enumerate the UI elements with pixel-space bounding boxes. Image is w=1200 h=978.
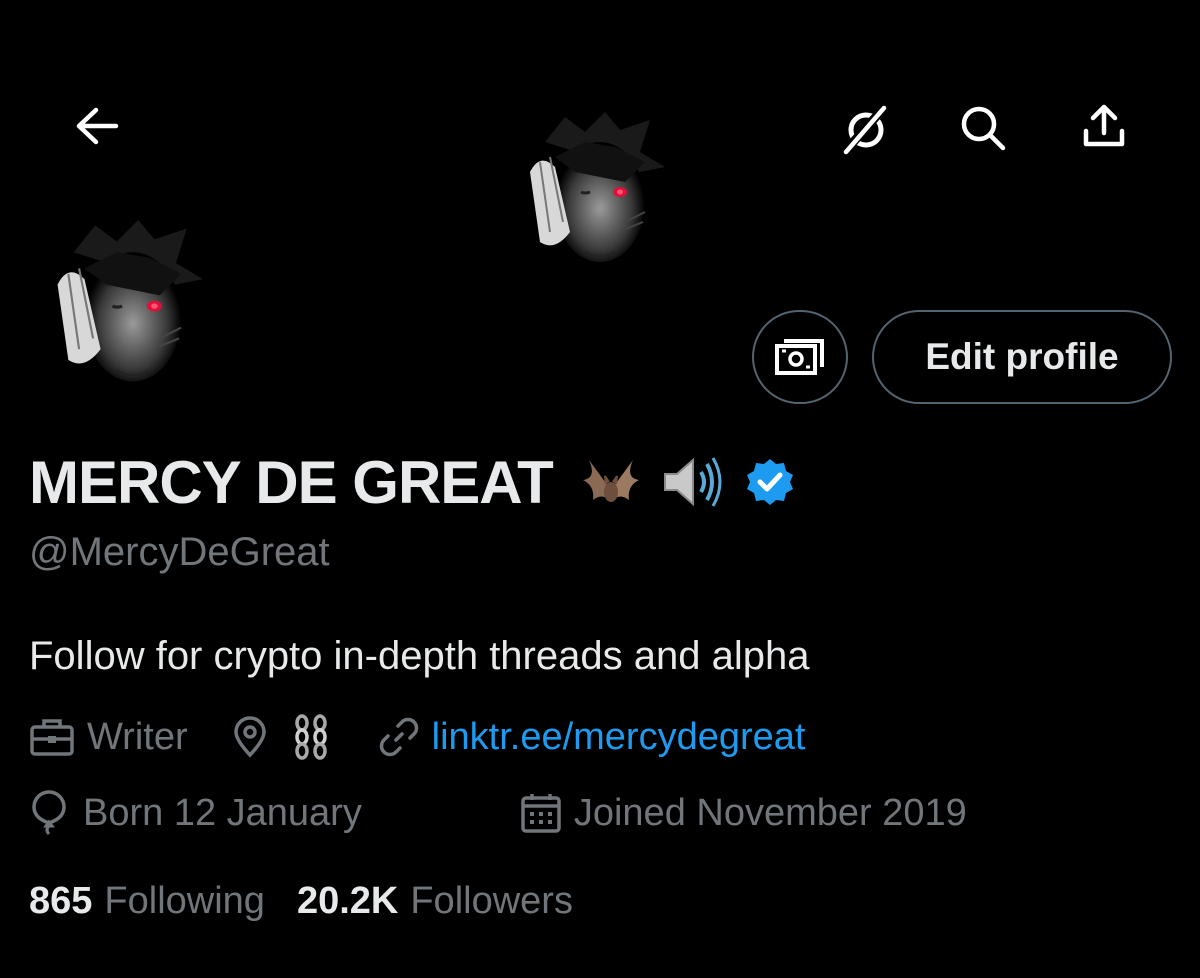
location-pin-icon xyxy=(233,716,266,758)
edit-profile-label: Edit profile xyxy=(925,336,1119,377)
joined-text: Joined November 2019 xyxy=(573,791,967,834)
briefcase-icon xyxy=(30,719,74,756)
following-stat[interactable]: 865 Following xyxy=(29,880,265,923)
followers-label: Followers xyxy=(410,879,573,922)
grok-icon xyxy=(843,105,887,155)
website-link[interactable]: linktr.ee/mercydegreat xyxy=(432,716,806,759)
money-icon xyxy=(775,339,824,375)
follow-stats: 865 Following 20.2K Followers xyxy=(29,875,573,927)
back-button[interactable] xyxy=(57,86,137,166)
website-item[interactable]: linktr.ee/mercydegreat xyxy=(378,716,806,759)
profile-meta-row: Writer linktr.ee/mercydegreat xyxy=(29,710,805,764)
display-name-row: MERCY DE GREAT xyxy=(29,440,795,524)
tip-button[interactable] xyxy=(752,310,848,404)
balloon-icon xyxy=(32,790,66,836)
birthday-text: Born 12 January xyxy=(83,791,362,834)
location-item xyxy=(232,713,334,761)
birthday-item: Born 12 January xyxy=(29,790,362,836)
bat-emoji xyxy=(579,450,643,514)
speaker-emoji xyxy=(657,450,725,514)
username-handle: @MercyDeGreat xyxy=(29,530,330,574)
profile-dates-row: Born 12 January Joined November 2019 xyxy=(29,786,967,840)
share-icon xyxy=(1083,104,1125,147)
followers-stat[interactable]: 20.2K Followers xyxy=(297,880,573,923)
arrow-left-icon xyxy=(76,107,119,145)
edit-profile-button[interactable]: Edit profile xyxy=(872,310,1172,404)
display-name: MERCY DE GREAT xyxy=(29,448,554,516)
search-icon xyxy=(961,106,1006,151)
chain-emoji xyxy=(294,714,327,760)
profession-text: Writer xyxy=(87,715,188,758)
avatar[interactable] xyxy=(40,220,215,390)
joined-item: Joined November 2019 xyxy=(520,792,967,835)
link-icon xyxy=(379,717,418,757)
verified-badge-icon[interactable] xyxy=(745,457,795,507)
following-label: Following xyxy=(104,879,265,922)
search-button[interactable] xyxy=(943,88,1023,168)
followers-count: 20.2K xyxy=(296,879,399,922)
share-button[interactable] xyxy=(1064,86,1144,166)
bio-text: Follow for crypto in-depth threads and a… xyxy=(29,634,810,678)
banner-image[interactable] xyxy=(515,112,675,270)
profession-item: Writer xyxy=(29,716,188,759)
following-count: 865 xyxy=(29,879,93,922)
grok-button[interactable] xyxy=(826,90,906,170)
calendar-icon xyxy=(521,794,561,833)
